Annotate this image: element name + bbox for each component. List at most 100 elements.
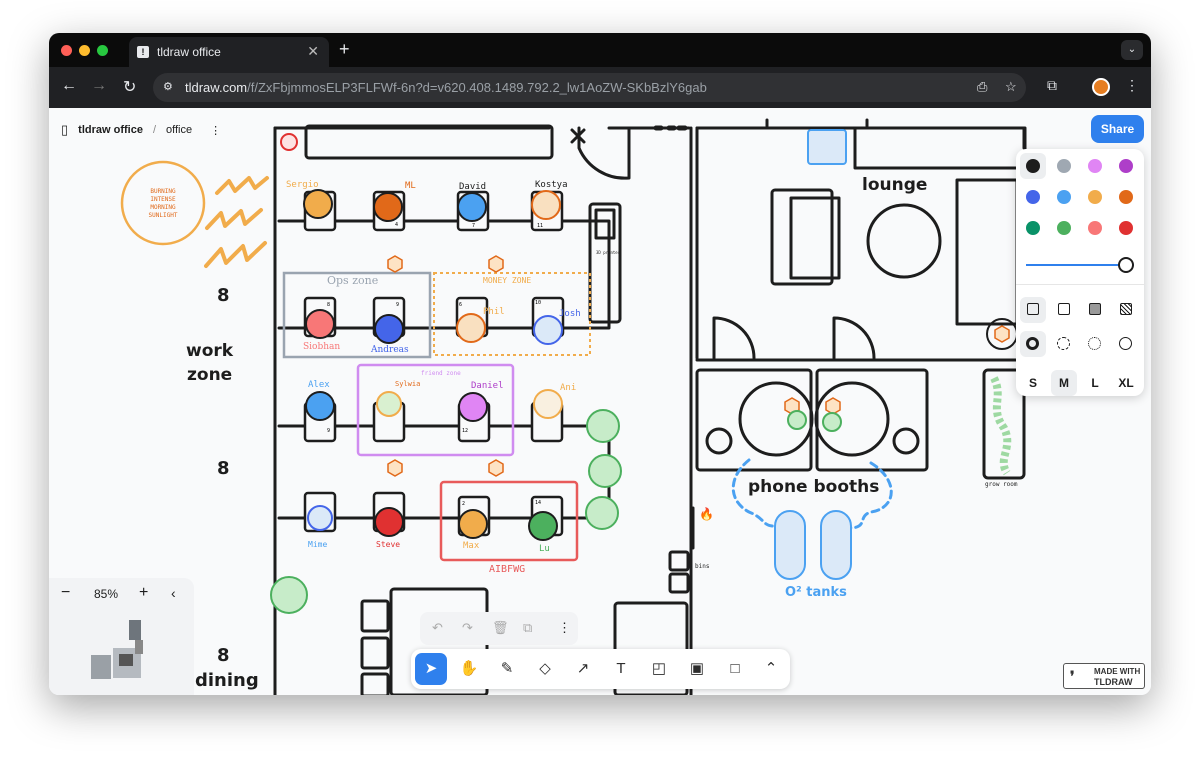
color-swatch-10[interactable] <box>1082 215 1108 241</box>
hand-icon[interactable]: ✋ <box>453 653 485 685</box>
draw-icon[interactable]: ✎ <box>491 653 523 685</box>
close-tab-icon[interactable]: ✕ <box>307 43 319 60</box>
collapse-minimap-icon[interactable]: ‹ <box>171 585 176 601</box>
name-mime: Mime <box>308 540 328 549</box>
new-tab-icon[interactable]: + <box>339 39 350 60</box>
dash-draw-icon[interactable] <box>1020 331 1046 357</box>
text-icon[interactable]: T <box>605 653 637 685</box>
color-swatch-3[interactable] <box>1113 153 1139 179</box>
rectangle-icon[interactable]: □ <box>719 653 751 685</box>
extensions-icon[interactable]: ⧉ <box>1047 77 1057 94</box>
tldraw-canvas[interactable]: 🔥 BURNING INTENSE MORNING SUNLIGHT 8 work z… <box>49 108 1151 695</box>
maximize-window-button[interactable] <box>97 45 108 56</box>
aibfwg-label: AIBFWG <box>489 564 526 575</box>
name-sylwia: Sylwia <box>395 380 421 388</box>
undo-icon[interactable]: ↶ <box>432 620 443 636</box>
eraser-icon[interactable]: ◇ <box>529 653 561 685</box>
size-m-button[interactable]: M <box>1051 370 1077 396</box>
color-swatch-11[interactable] <box>1113 215 1139 241</box>
ops-zone-label: Ops zone <box>327 274 379 287</box>
color-swatch-9[interactable] <box>1051 215 1077 241</box>
url-field[interactable]: ⚙ tldraw.com/f/ZxFbjmmosELP3FLFWf-6n?d=v… <box>153 73 1026 102</box>
tab-search-icon[interactable]: ⌄ <box>1121 40 1143 60</box>
page-menu-icon[interactable]: ⋮ <box>210 124 221 137</box>
color-dot <box>1088 190 1102 204</box>
size-xl-button[interactable]: XL <box>1113 370 1139 396</box>
install-app-icon[interactable]: ⎙ <box>977 79 987 95</box>
name-steve: Steve <box>376 540 401 549</box>
more-actions-icon[interactable]: ⋮ <box>558 620 571 636</box>
tool-bar: ➤ ✋ ✎ ◇ ↗ T ◰ ▣ □ ⌃ <box>411 649 790 689</box>
delete-icon[interactable]: 🗑 <box>492 620 509 636</box>
office-floorplan: 🔥 <box>120 118 1027 695</box>
desk-number-siobhan: 8 <box>327 302 331 308</box>
lounge-door-1 <box>712 316 756 360</box>
share-button[interactable]: Share <box>1091 115 1144 143</box>
size-s-button[interactable]: S <box>1020 370 1046 396</box>
zoom-in-icon[interactable]: + <box>139 584 148 602</box>
tab-favicon-icon: ! <box>137 46 149 58</box>
color-swatch-6[interactable] <box>1082 184 1108 210</box>
avatar-phil <box>456 313 486 343</box>
size-l-button[interactable]: L <box>1082 370 1108 396</box>
name-ani: Ani <box>560 383 577 393</box>
forward-icon[interactable]: → <box>91 77 107 95</box>
dash-dashed-icon[interactable] <box>1051 331 1077 357</box>
page-name[interactable]: office <box>166 124 192 136</box>
file-name[interactable]: tldraw office <box>78 124 143 136</box>
fill-pattern-icon[interactable] <box>1113 297 1139 323</box>
color-swatch-8[interactable] <box>1020 215 1046 241</box>
dash-solid-icon[interactable] <box>1113 331 1139 357</box>
tldraw-logo-icon: ❜ <box>1070 668 1075 684</box>
fill-semi-icon[interactable] <box>1051 297 1077 323</box>
fill-solid-icon[interactable] <box>1082 297 1108 323</box>
o2-tank-2 <box>820 510 852 580</box>
zoom-out-icon[interactable]: − <box>61 584 70 602</box>
color-dot <box>1026 190 1040 204</box>
zoom-level[interactable]: 85% <box>94 587 118 601</box>
back-icon[interactable]: ← <box>61 77 77 95</box>
dash-dotted-icon[interactable] <box>1082 331 1108 357</box>
minimize-window-button[interactable] <box>79 45 90 56</box>
opacity-slider-handle[interactable] <box>1118 257 1134 273</box>
grow-room-label: grow room <box>985 481 1018 488</box>
color-dot <box>1026 221 1040 235</box>
color-swatch-0[interactable] <box>1020 153 1046 179</box>
bookmark-star-icon[interactable]: ☆ <box>1005 79 1017 95</box>
desk-number-lu: 14 <box>535 500 542 506</box>
color-swatch-2[interactable] <box>1082 153 1108 179</box>
name-alex: Alex <box>308 380 330 390</box>
name-siobhan: Siobhan <box>303 342 341 352</box>
lounge-north-wall <box>695 126 1026 150</box>
site-settings-icon[interactable]: ⚙ <box>163 80 177 94</box>
o2-tanks-label: O² tanks <box>785 585 847 600</box>
color-swatch-5[interactable] <box>1051 184 1077 210</box>
close-window-button[interactable] <box>61 45 72 56</box>
minimap[interactable] <box>49 610 194 695</box>
asset-icon[interactable]: ▣ <box>681 653 713 685</box>
desk-number-daniel: 12 <box>462 428 469 434</box>
profile-avatar[interactable] <box>1092 78 1110 96</box>
style-panel: S M L XL <box>1016 149 1144 396</box>
arrow-icon[interactable]: ↗ <box>567 653 599 685</box>
note-icon[interactable]: ◰ <box>643 653 675 685</box>
select-icon[interactable]: ➤ <box>415 653 447 685</box>
fire-icon: 🔥 <box>699 507 714 521</box>
name-ml: ML <box>405 181 416 191</box>
navigation-panel: − 85% + ‹ <box>49 578 194 695</box>
color-dot <box>1057 221 1071 235</box>
browser-tab[interactable]: ! tldraw office ✕ <box>129 37 329 67</box>
made-with-tldraw-badge[interactable]: ❜ MADE WITH TLDRAW <box>1063 663 1145 689</box>
avatar-josh <box>533 315 563 345</box>
color-swatch-4[interactable] <box>1020 184 1046 210</box>
color-swatch-1[interactable] <box>1051 153 1077 179</box>
color-swatch-7[interactable] <box>1113 184 1139 210</box>
sidebar-toggle-icon[interactable]: ▯ <box>61 122 68 138</box>
more-icon[interactable]: ⌃ <box>755 653 787 685</box>
fill-none-icon[interactable] <box>1020 297 1046 323</box>
reload-icon[interactable]: ↻ <box>123 77 136 97</box>
browser-menu-icon[interactable]: ⋮ <box>1125 77 1139 94</box>
redo-icon[interactable]: ↷ <box>462 620 473 636</box>
name-kostya: Kostya <box>535 180 568 190</box>
duplicate-icon[interactable]: ⧉ <box>523 620 532 636</box>
